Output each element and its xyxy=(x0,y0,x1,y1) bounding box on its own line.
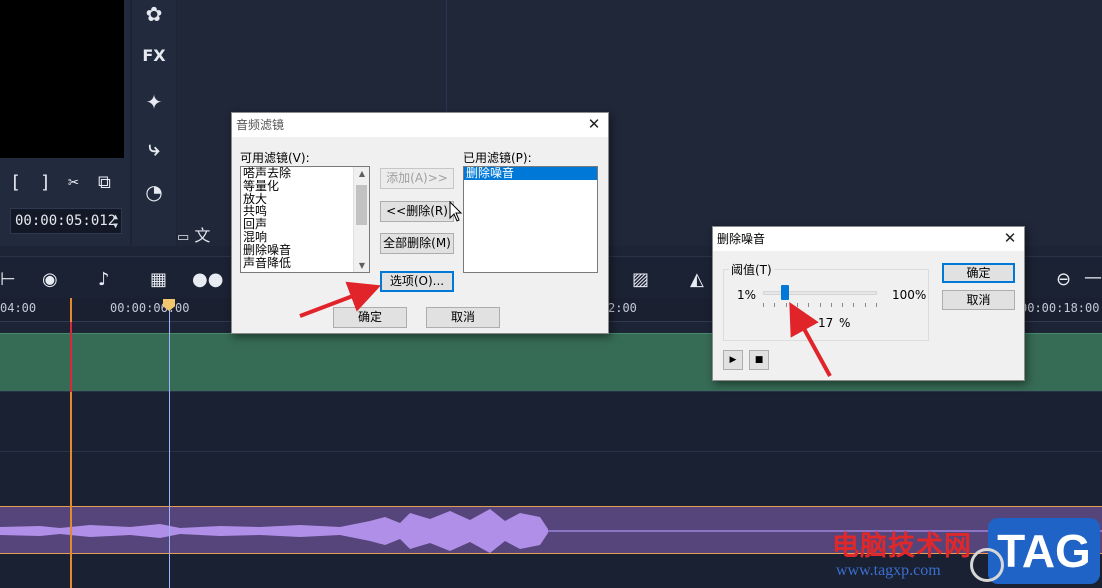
threshold-value: 17 xyxy=(818,316,834,330)
scroll-thumb[interactable] xyxy=(356,185,367,225)
preview-panel: [ ] ✂ ⧉ 00:00:05:012 ▲ ▼ xyxy=(0,0,130,246)
applied-filters-label: 已用滤镜(P): xyxy=(463,151,532,165)
copy-icon[interactable]: ⧉ xyxy=(98,172,111,193)
slider-tick xyxy=(786,303,787,307)
list-item[interactable]: 等量化 xyxy=(241,179,369,193)
video-editor-screen: [ ] ✂ ⧉ 00:00:05:012 ▲ ▼ ✿ FX ✦ ⤷ ◔ ▭ 文 ⊢… xyxy=(0,0,1102,588)
watermark-site-name: 电脑技术网 xyxy=(832,531,972,562)
threshold-label: 阈值(T) xyxy=(729,261,774,278)
slider-min-label: 1% xyxy=(737,288,757,302)
list-item[interactable]: 混响 xyxy=(241,231,369,244)
close-icon[interactable]: ✕ xyxy=(1002,230,1018,246)
audio-filter-dialog: 音频滤镜 ✕ 可用滤镜(V): 嗒声去除 等量化 放大 共鸣 回声 混响 删除噪… xyxy=(231,112,609,334)
available-filters-list[interactable]: 嗒声去除 等量化 放大 共鸣 回声 混响 删除噪音 声音降低 ▲ ▼ xyxy=(240,166,370,273)
record-icon[interactable]: ◉ xyxy=(42,269,58,290)
remove-filter-button[interactable]: <<删除(R) xyxy=(380,201,454,222)
available-filters-label: 可用滤镜(V): xyxy=(240,151,310,165)
cursor-line xyxy=(169,304,170,588)
library-tab-label: 文 xyxy=(194,226,211,245)
add-filter-button[interactable]: 添加(A)>> xyxy=(380,168,454,189)
mark-line xyxy=(70,322,72,392)
applied-filters-list[interactable]: 删除噪音 xyxy=(463,166,598,273)
mix-icon[interactable]: ●● xyxy=(192,269,223,290)
ruler-label: 00:00:18:00 xyxy=(1020,301,1100,315)
noise-removal-dialog: 删除噪音 ✕ 阈值(T) 1% 100% 17 % ▶ ■ 确定 取消 xyxy=(712,226,1025,381)
magic-wand-icon[interactable]: ✦ xyxy=(132,90,176,114)
title-track[interactable] xyxy=(0,451,1102,506)
voice-icon[interactable]: ◭ xyxy=(690,269,704,290)
options-button[interactable]: 选项(O)... xyxy=(380,271,454,292)
library-tab[interactable]: ▭ 文 xyxy=(177,222,237,246)
slider-thumb[interactable] xyxy=(781,285,789,300)
list-item[interactable]: 删除噪音 xyxy=(464,167,597,180)
timecode-field[interactable]: 00:00:05:012 ▲ ▼ xyxy=(10,208,122,234)
noise-removal-title-bar[interactable]: 删除噪音 ✕ xyxy=(713,227,1024,251)
list-item[interactable]: 声音降低 xyxy=(241,256,369,270)
mark-out-button[interactable]: ] xyxy=(40,172,51,193)
path-icon[interactable]: ⤷ xyxy=(132,136,176,160)
gauge-icon[interactable]: ◔ xyxy=(132,180,176,204)
slider-tick xyxy=(820,303,821,307)
audio-filter-title-bar[interactable]: 音频滤镜 ✕ xyxy=(232,113,608,137)
slider-tick xyxy=(876,303,877,307)
close-icon[interactable]: ✕ xyxy=(586,116,602,132)
storyboard-icon[interactable]: ▦ xyxy=(150,269,167,290)
ok-button[interactable]: 确定 xyxy=(333,307,407,328)
motion-icon[interactable]: ▨ xyxy=(632,269,649,290)
threshold-unit: % xyxy=(839,316,851,330)
preview-screen xyxy=(0,0,124,158)
tool-strip: ✿ FX ✦ ⤷ ◔ xyxy=(132,0,176,246)
dialog-title: 删除噪音 xyxy=(717,232,766,246)
timecode-value: 00:00:05:012 xyxy=(15,213,117,229)
cancel-button[interactable]: 取消 xyxy=(426,307,500,328)
available-list-scrollbar[interactable]: ▲ ▼ xyxy=(353,167,369,272)
mark-in-button[interactable]: [ xyxy=(10,172,21,193)
ok-button[interactable]: 确定 xyxy=(942,263,1015,283)
play-button[interactable]: ▶ xyxy=(723,350,743,370)
ruler-label: 2:00 xyxy=(608,301,637,315)
auto-music-icon[interactable]: ♪ xyxy=(98,269,110,290)
split-audio-icon[interactable]: ⊢ xyxy=(0,269,16,290)
slider-tick xyxy=(853,303,854,307)
slider-tick xyxy=(774,303,775,307)
mouse-cursor-icon xyxy=(449,201,463,222)
watermark-url: www.tagxp.com xyxy=(836,562,941,579)
zoom-slider[interactable]: — xyxy=(1084,267,1102,288)
slider-tick xyxy=(831,303,832,307)
fx-button[interactable]: FX xyxy=(132,46,176,65)
dialog-title: 音频滤镜 xyxy=(236,118,285,132)
cancel-button[interactable]: 取消 xyxy=(942,290,1015,310)
slider-tick xyxy=(865,303,866,307)
scroll-down-icon[interactable]: ▼ xyxy=(354,261,369,270)
threshold-slider[interactable] xyxy=(763,283,877,313)
timecode-spinner[interactable]: ▲ ▼ xyxy=(113,212,118,230)
media-icon[interactable]: ✿ xyxy=(132,2,176,26)
scissors-icon[interactable]: ✂ xyxy=(68,172,79,193)
stop-button[interactable]: ■ xyxy=(749,350,769,370)
zoom-out-icon[interactable]: ⊖ xyxy=(1056,269,1071,290)
library-tab-icon: ▭ xyxy=(177,230,190,245)
remove-all-button[interactable]: 全部删除(M) xyxy=(380,233,454,254)
ruler-label: 00:00:06:00 xyxy=(110,301,190,315)
slider-tick xyxy=(763,303,764,307)
overlay-track[interactable] xyxy=(0,391,1102,451)
ruler-label: 04:00 xyxy=(0,301,37,315)
slider-tick xyxy=(808,303,809,307)
slider-tick xyxy=(842,303,843,307)
watermark-logo: TAG xyxy=(970,518,1100,584)
slider-max-label: 100% xyxy=(892,288,927,302)
list-item[interactable]: 删除噪音 xyxy=(241,243,369,257)
slider-tick xyxy=(797,303,798,307)
scroll-up-icon[interactable]: ▲ xyxy=(354,169,369,178)
list-item[interactable]: 嗒声去除 xyxy=(241,167,369,180)
